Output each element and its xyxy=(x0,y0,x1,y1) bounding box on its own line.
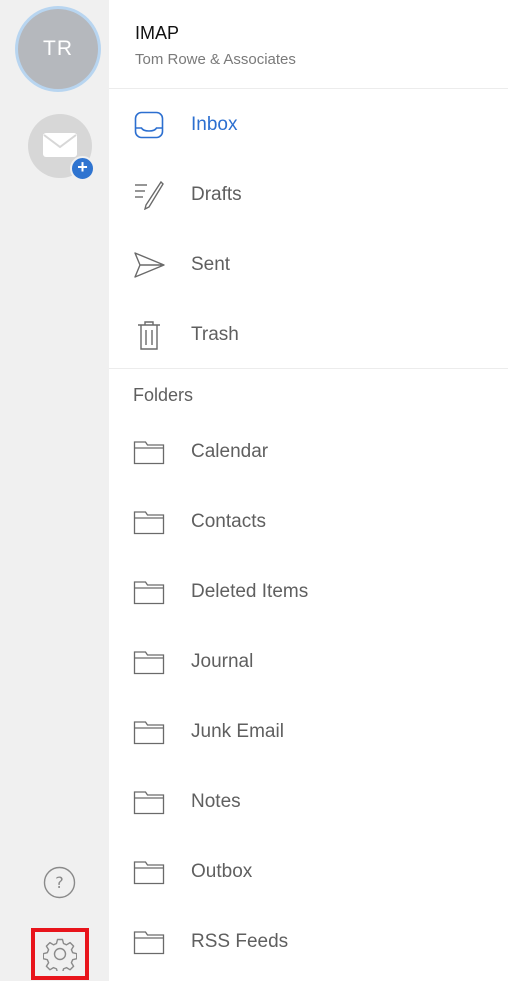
mail-icon xyxy=(43,133,77,157)
section-divider xyxy=(109,368,508,369)
mailbox-sent[interactable]: Sent xyxy=(109,230,508,300)
folder-label: Notes xyxy=(191,791,241,812)
folder-rss-feeds[interactable]: RSS Feeds xyxy=(109,907,508,977)
folder-notes[interactable]: Notes xyxy=(109,767,508,837)
account-header: IMAP Tom Rowe & Associates xyxy=(109,0,508,89)
account-subtitle: Tom Rowe & Associates xyxy=(135,51,296,68)
folder-icon xyxy=(131,784,167,820)
folder-deleted-items[interactable]: Deleted Items xyxy=(109,557,508,627)
account-rail: TR + ? xyxy=(0,0,109,981)
folder-icon xyxy=(131,504,167,540)
account-avatar[interactable]: TR xyxy=(18,9,98,89)
folder-outbox[interactable]: Outbox xyxy=(109,837,508,907)
mailbox-label: Sent xyxy=(191,254,231,275)
mailbox-trash[interactable]: Trash xyxy=(109,300,508,370)
settings-button[interactable] xyxy=(31,928,89,980)
folder-icon xyxy=(131,574,167,610)
add-account-button[interactable]: + xyxy=(28,114,95,181)
question-icon[interactable]: ? xyxy=(43,866,76,899)
folder-icon xyxy=(131,924,167,960)
folder-junk-email[interactable]: Junk Email xyxy=(109,697,508,767)
gear-icon xyxy=(43,938,77,971)
account-title: IMAP xyxy=(135,23,180,43)
inbox-icon xyxy=(131,107,167,143)
mailbox-label: Trash xyxy=(191,324,239,345)
mailbox-label: Drafts xyxy=(191,184,242,205)
drafts-icon xyxy=(131,177,167,213)
avatar-initials: TR xyxy=(43,37,73,60)
folder-contacts[interactable]: Contacts xyxy=(109,487,508,557)
folder-icon xyxy=(131,854,167,890)
folder-label: Contacts xyxy=(191,511,266,532)
mailbox-label: Inbox xyxy=(191,114,238,135)
folder-label: RSS Feeds xyxy=(191,931,289,952)
folder-label: Journal xyxy=(191,651,254,672)
folder-label: Calendar xyxy=(191,441,269,462)
folder-icon xyxy=(131,434,167,470)
sent-icon xyxy=(131,247,167,283)
mailbox-drafts[interactable]: Drafts xyxy=(109,160,508,230)
plus-icon: + xyxy=(70,156,95,181)
folder-icon xyxy=(131,644,167,680)
folder-journal[interactable]: Journal xyxy=(109,627,508,697)
mailbox-inbox[interactable]: Inbox xyxy=(109,90,508,160)
trash-icon xyxy=(131,317,167,353)
svg-text:?: ? xyxy=(55,873,64,892)
folder-label: Deleted Items xyxy=(191,581,309,602)
folders-section-title: Folders xyxy=(133,385,194,405)
folder-label: Junk Email xyxy=(191,721,284,742)
folder-icon xyxy=(131,714,167,750)
folder-calendar[interactable]: Calendar xyxy=(109,417,508,487)
folder-label: Outbox xyxy=(191,861,253,882)
